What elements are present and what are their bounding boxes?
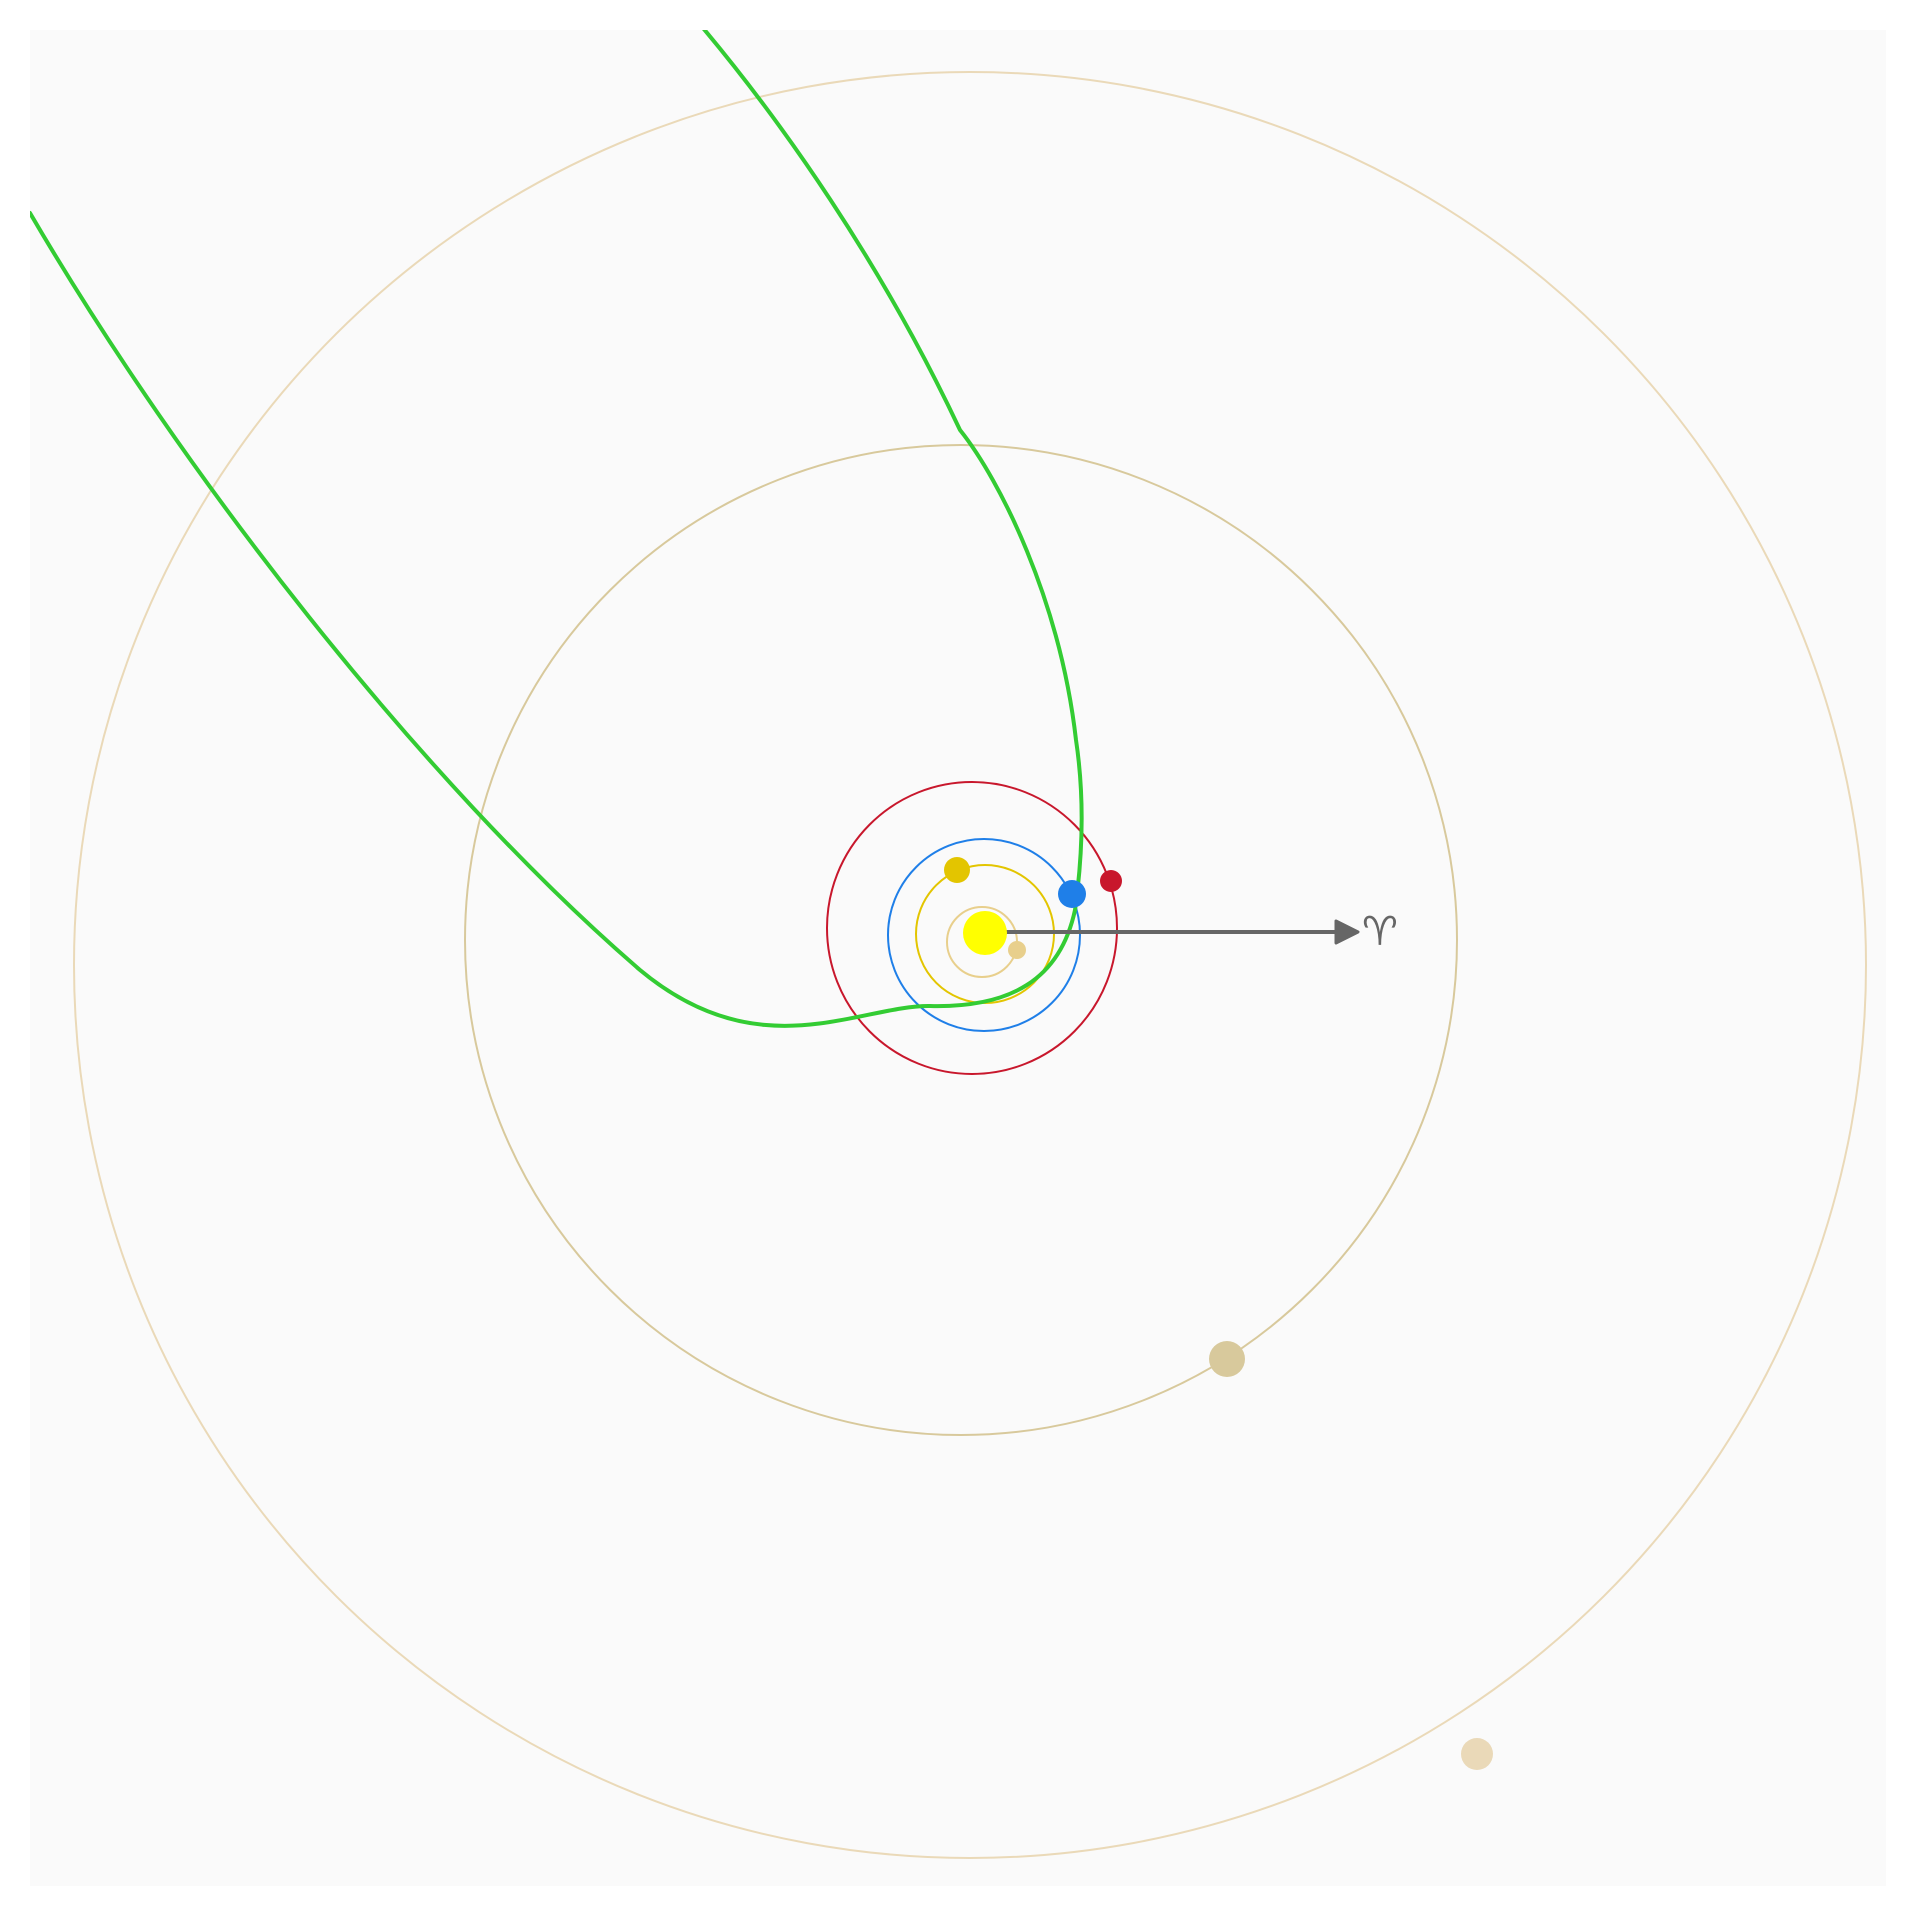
venus-icon: [944, 857, 970, 883]
sun-icon: [963, 911, 1007, 955]
saturn-icon: [1461, 1738, 1493, 1770]
jupiter-icon: [1209, 1341, 1245, 1377]
orbit-diagram-canvas: ♈: [30, 30, 1886, 1886]
mars-icon: [1100, 870, 1122, 892]
earth-icon: [1058, 880, 1086, 908]
mercury-icon: [1008, 941, 1026, 959]
plot-background: [30, 30, 1886, 1886]
aries-symbol-icon: ♈: [1362, 909, 1398, 955]
solar-system-diagram: ♈: [0, 0, 1908, 1907]
